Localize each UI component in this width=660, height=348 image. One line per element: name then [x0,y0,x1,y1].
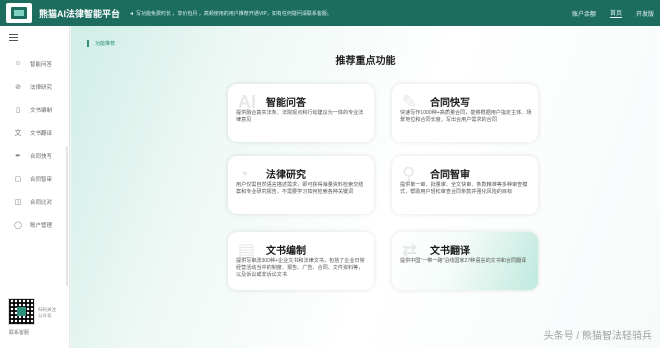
sidebar-item-contract-review[interactable]: ▢ 合同智审 [0,167,70,190]
sidebar-item-contract-write[interactable]: ✒ 合同快写 [0,144,70,167]
announcement-text: 写功能免费时长 ，享价包月 ，高频使用的用户推荐开通VIP，如有任何疑问请联系客… [136,10,332,17]
sidebar-item-label: 合同比对 [30,199,53,206]
section-title: 推荐重点功能 [335,56,396,67]
card-description: 提供中国“一带一路”沿线国家27种语言的文书和合同翻译 [400,258,527,264]
account-balance-link[interactable]: 账户余额 [572,9,596,18]
feature-card-contract-review[interactable]: ⚲ 合同智审 提供单一审、批量审、全文快审、条款精准等多种审查模式，帮助用户轻松… [392,156,538,214]
qr-text: 扫码关注公众号 [38,307,56,318]
sidebar: ☺ 智能问答 ⊘ 法律研究 ▯ 文书编制 文 文书翻译 ✒ 合同快写 ▢ 合同智… [0,26,70,348]
sidebar-item-label: 智能问答 [30,61,53,68]
card-title: 智能问答 [266,98,306,109]
breadcrumb-label: 功能推荐 [95,41,116,47]
sidebar-item-research[interactable]: ⊘ 法律研究 [0,75,70,98]
card-description: 用户仅需自然语言描述需求，即可获得海量资料检索交结案和专业研究报告，不需要学习如… [236,182,364,195]
app-title: 熊猫AI法律智能平台 [39,8,121,19]
pen-icon: ✎ [402,92,418,112]
sidebar-scrollbar[interactable] [66,146,68,286]
quill-icon: ✒ [15,152,21,160]
home-link[interactable]: 首页 [609,8,622,18]
announcement-bar: ◂ 写功能免费时长 ，享价包月 ，高频使用的用户推荐开通VIP，如有任何疑问请联… [130,10,460,17]
sidebar-item-label: 法律研究 [30,84,53,91]
user-icon: ◯ [14,221,22,229]
sidebar-item-label: 账户管理 [30,222,53,229]
main-content: 功能推荐 推荐重点功能 AI 智能问答 提供融合真实法条、法院观点和行动建议为一… [71,26,660,348]
compare-icon: ◫ [14,198,22,206]
qr-code [8,298,35,325]
pen-icon: ⊘ [15,83,21,91]
top-bar: 熊猫AI法律智能平台 ◂ 写功能免费时长 ，享价包月 ，高频使用的用户推荐开通V… [0,0,660,26]
card-title: 文书编制 [266,246,306,257]
ai-icon: AI [238,92,256,112]
feature-card-qa[interactable]: AI 智能问答 提供融合真实法条、法院观点和行动建议为一体的专业法律意见 [228,84,374,142]
card-description: 提供写审改300种+企业文书和法律文书，包括了企业日常经营活动当中的制度、报告、… [236,258,365,278]
doc-icon: ▯ [16,106,20,114]
sidebar-nav: ☺ 智能问答 ⊘ 法律研究 ▯ 文书编制 文 文书翻译 ✒ 合同快写 ▢ 合同智… [0,52,70,236]
document-icon: ▤ [238,240,256,260]
sidebar-item-drafting[interactable]: ▯ 文书编制 [0,98,70,121]
contact-support-link[interactable]: 联系客服 [9,329,29,336]
translate-icon: ⇄ [402,240,418,260]
sidebar-item-qa[interactable]: ☺ 智能问答 [0,52,70,75]
card-description: 提供单一审、批量审、全文快审、条款精准等多种审查模式，帮助用户轻松审查合同条款并… [400,182,528,195]
research-icon: ◔ [238,164,249,184]
sidebar-item-label: 合同智审 [30,176,53,183]
bell-icon: ◂ [130,10,134,17]
review-icon: ▢ [14,175,22,183]
sidebar-item-translate[interactable]: 文 文书翻译 [0,121,70,144]
card-description: 提供融合真实法条、法院观点和行动建议为一体的专业法律意见 [236,110,364,123]
card-title: 法律研究 [266,170,306,181]
breadcrumb: 功能推荐 [87,40,115,47]
feature-card-translate[interactable]: ⇄ 文书翻译 提供中国“一带一路”沿线国家27种语言的文书和合同翻译 [392,232,538,290]
translate-icon: 文 [14,129,22,137]
feature-card-drafting[interactable]: ▤ 文书编制 提供写审改300种+企业文书和法律文书，包括了企业日常经营活动当中… [228,232,374,290]
sidebar-item-label: 文书翻译 [30,130,53,137]
card-title: 合同快写 [430,98,470,109]
qr-block: 扫码关注公众号 [8,298,58,325]
card-title: 合同智审 [430,170,470,181]
source-watermark: 头条号 / 熊猫智法轻骑兵 [543,331,652,342]
sidebar-item-label: 文书编制 [30,107,53,114]
menu-toggle-icon[interactable] [9,34,18,41]
card-description: 快速写作1000种+高质量合同，能够根据用户指定主体、场景地位和合同长度，写出合… [400,110,532,123]
sidebar-item-contract-compare[interactable]: ◫ 合同比对 [0,190,70,213]
feature-card-contract-write[interactable]: ✎ 合同快写 快速写作1000种+高质量合同，能够根据用户指定主体、场景地位和合… [392,84,538,142]
dev-version-link[interactable]: 开发版 [636,9,654,18]
review-icon: ⚲ [402,164,416,184]
sidebar-item-label: 合同快写 [30,153,53,160]
sidebar-item-account[interactable]: ◯ 账户管理 [0,213,70,236]
card-title: 文书翻译 [430,246,470,257]
app-logo[interactable] [6,3,32,23]
feature-card-research[interactable]: ◔ 法律研究 用户仅需自然语言描述需求，即可获得海量资料检索交结案和专业研究报告… [228,156,374,214]
chat-icon: ☺ [14,60,22,67]
